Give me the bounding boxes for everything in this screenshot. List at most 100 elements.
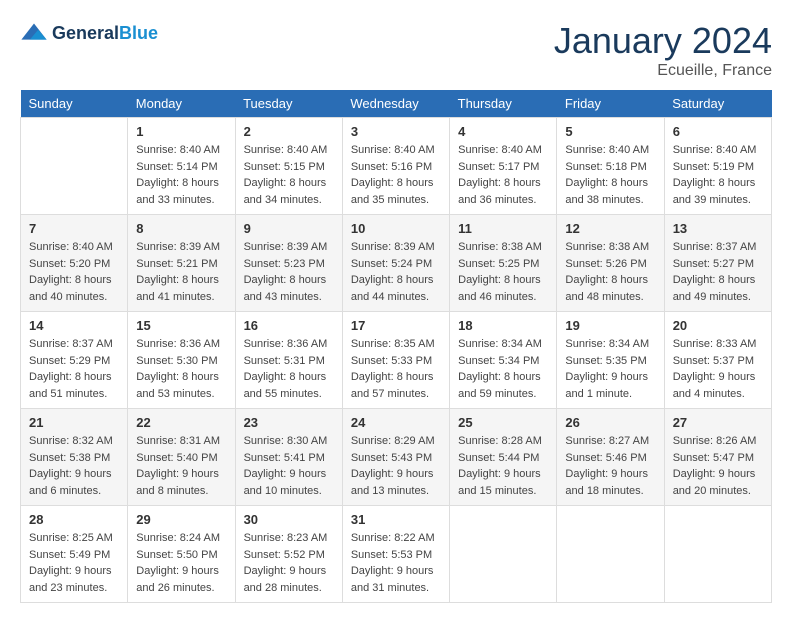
day-number: 31: [351, 512, 441, 527]
day-info: Sunrise: 8:40 AMSunset: 5:16 PMDaylight:…: [351, 142, 441, 208]
calendar-cell: 18Sunrise: 8:34 AMSunset: 5:34 PMDayligh…: [450, 312, 557, 409]
day-number: 11: [458, 221, 548, 236]
calendar-cell: 4Sunrise: 8:40 AMSunset: 5:17 PMDaylight…: [450, 118, 557, 215]
day-info: Sunrise: 8:35 AMSunset: 5:33 PMDaylight:…: [351, 336, 441, 402]
calendar-week-row: 7 Sunrise: 8:40 AMSunset: 5:20 PMDaylight…: [21, 215, 772, 312]
calendar-cell: [450, 506, 557, 603]
day-info: Sunrise: 8:40 AMSunset: 5:20 PMDaylight:…: [29, 239, 119, 305]
day-info: Sunrise: 8:22 AMSunset: 5:53 PMDaylight:…: [351, 530, 441, 596]
day-number: 2: [244, 124, 334, 139]
day-info: Sunrise: 8:26 AMSunset: 5:47 PMDaylight:…: [673, 433, 763, 499]
day-info: Sunrise: 8:25 AMSunset: 5:49 PMDaylight:…: [29, 530, 119, 596]
day-number: 13: [673, 221, 763, 236]
day-number: 3: [351, 124, 441, 139]
day-number: 15: [136, 318, 226, 333]
page-header: GeneralBlue January 2024 Ecueille, Franc…: [20, 20, 772, 80]
weekday-header: Wednesday: [342, 90, 449, 118]
calendar-cell: 12Sunrise: 8:38 AMSunset: 5:26 PMDayligh…: [557, 215, 664, 312]
month-title: January 2024: [554, 20, 772, 62]
day-info: Sunrise: 8:28 AMSunset: 5:44 PMDaylight:…: [458, 433, 548, 499]
calendar-cell: 19 Sunrise: 8:34 AMSunset: 5:35 PMDayligh…: [557, 312, 664, 409]
day-number: 22: [136, 415, 226, 430]
logo: GeneralBlue: [20, 20, 158, 48]
day-info: Sunrise: 8:29 AMSunset: 5:43 PMDaylight:…: [351, 433, 441, 499]
calendar-cell: 15 Sunrise: 8:36 AMSunset: 5:30 PMDayligh…: [128, 312, 235, 409]
day-info: Sunrise: 8:33 AMSunset: 5:37 PMDaylight:…: [673, 336, 763, 402]
location-title: Ecueille, France: [554, 62, 772, 80]
calendar-cell: [664, 506, 771, 603]
calendar-week-row: 1 Sunrise: 8:40 AMSunset: 5:14 PMDaylight…: [21, 118, 772, 215]
day-number: 20: [673, 318, 763, 333]
day-info: Sunrise: 8:36 AMSunset: 5:30 PMDaylight:…: [136, 336, 226, 402]
calendar-cell: 23 Sunrise: 8:30 AMSunset: 5:41 PMDayligh…: [235, 409, 342, 506]
day-info: Sunrise: 8:34 AMSunset: 5:34 PMDaylight:…: [458, 336, 548, 402]
calendar-cell: 2 Sunrise: 8:40 AMSunset: 5:15 PMDaylight…: [235, 118, 342, 215]
day-info: Sunrise: 8:38 AMSunset: 5:25 PMDaylight:…: [458, 239, 548, 305]
calendar-cell: 6 Sunrise: 8:40 AMSunset: 5:19 PMDaylight…: [664, 118, 771, 215]
day-info: Sunrise: 8:40 AMSunset: 5:15 PMDaylight:…: [244, 142, 334, 208]
calendar-cell: 1 Sunrise: 8:40 AMSunset: 5:14 PMDaylight…: [128, 118, 235, 215]
calendar-cell: 28Sunrise: 8:25 AMSunset: 5:49 PMDayligh…: [21, 506, 128, 603]
day-info: Sunrise: 8:39 AMSunset: 5:23 PMDaylight:…: [244, 239, 334, 305]
calendar-week-row: 14 Sunrise: 8:37 AMSunset: 5:29 PMDayligh…: [21, 312, 772, 409]
day-number: 24: [351, 415, 441, 430]
weekday-header: Saturday: [664, 90, 771, 118]
weekday-header: Tuesday: [235, 90, 342, 118]
day-number: 14: [29, 318, 119, 333]
day-info: Sunrise: 8:31 AMSunset: 5:40 PMDaylight:…: [136, 433, 226, 499]
calendar-cell: [557, 506, 664, 603]
day-number: 26: [565, 415, 655, 430]
day-number: 9: [244, 221, 334, 236]
day-number: 6: [673, 124, 763, 139]
calendar-cell: 14 Sunrise: 8:37 AMSunset: 5:29 PMDayligh…: [21, 312, 128, 409]
day-number: 30: [244, 512, 334, 527]
day-info: Sunrise: 8:40 AMSunset: 5:14 PMDaylight:…: [136, 142, 226, 208]
weekday-header: Sunday: [21, 90, 128, 118]
calendar-cell: 29Sunrise: 8:24 AMSunset: 5:50 PMDayligh…: [128, 506, 235, 603]
day-number: 16: [244, 318, 334, 333]
day-info: Sunrise: 8:30 AMSunset: 5:41 PMDaylight:…: [244, 433, 334, 499]
calendar-cell: 13 Sunrise: 8:37 AMSunset: 5:27 PMDayligh…: [664, 215, 771, 312]
logo-text: GeneralBlue: [52, 24, 158, 44]
calendar-cell: 31 Sunrise: 8:22 AMSunset: 5:53 PMDayligh…: [342, 506, 449, 603]
calendar-cell: 26 Sunrise: 8:27 AMSunset: 5:46 PMDayligh…: [557, 409, 664, 506]
day-number: 19: [565, 318, 655, 333]
calendar-cell: 21 Sunrise: 8:32 AMSunset: 5:38 PMDayligh…: [21, 409, 128, 506]
day-info: Sunrise: 8:32 AMSunset: 5:38 PMDaylight:…: [29, 433, 119, 499]
day-info: Sunrise: 8:40 AMSunset: 5:18 PMDaylight:…: [565, 142, 655, 208]
weekday-header: Monday: [128, 90, 235, 118]
calendar-cell: 16 Sunrise: 8:36 AMSunset: 5:31 PMDayligh…: [235, 312, 342, 409]
calendar-week-row: 21 Sunrise: 8:32 AMSunset: 5:38 PMDayligh…: [21, 409, 772, 506]
title-area: January 2024 Ecueille, France: [554, 20, 772, 80]
day-info: Sunrise: 8:34 AMSunset: 5:35 PMDaylight:…: [565, 336, 655, 402]
day-number: 23: [244, 415, 334, 430]
day-number: 10: [351, 221, 441, 236]
calendar-cell: 27 Sunrise: 8:26 AMSunset: 5:47 PMDayligh…: [664, 409, 771, 506]
day-info: Sunrise: 8:37 AMSunset: 5:27 PMDaylight:…: [673, 239, 763, 305]
day-number: 17: [351, 318, 441, 333]
calendar-week-row: 28Sunrise: 8:25 AMSunset: 5:49 PMDayligh…: [21, 506, 772, 603]
weekday-header: Thursday: [450, 90, 557, 118]
day-number: 21: [29, 415, 119, 430]
day-number: 27: [673, 415, 763, 430]
calendar-cell: 22 Sunrise: 8:31 AMSunset: 5:40 PMDayligh…: [128, 409, 235, 506]
calendar-cell: 11 Sunrise: 8:38 AMSunset: 5:25 PMDayligh…: [450, 215, 557, 312]
day-info: Sunrise: 8:37 AMSunset: 5:29 PMDaylight:…: [29, 336, 119, 402]
day-info: Sunrise: 8:36 AMSunset: 5:31 PMDaylight:…: [244, 336, 334, 402]
calendar-cell: 17 Sunrise: 8:35 AMSunset: 5:33 PMDayligh…: [342, 312, 449, 409]
calendar-cell: 30Sunrise: 8:23 AMSunset: 5:52 PMDayligh…: [235, 506, 342, 603]
day-number: 7: [29, 221, 119, 236]
calendar-cell: 20 Sunrise: 8:33 AMSunset: 5:37 PMDayligh…: [664, 312, 771, 409]
weekday-header-row: SundayMondayTuesdayWednesdayThursdayFrid…: [21, 90, 772, 118]
day-number: 12: [565, 221, 655, 236]
day-info: Sunrise: 8:39 AMSunset: 5:21 PMDaylight:…: [136, 239, 226, 305]
day-number: 1: [136, 124, 226, 139]
day-info: Sunrise: 8:40 AMSunset: 5:19 PMDaylight:…: [673, 142, 763, 208]
day-number: 8: [136, 221, 226, 236]
calendar-cell: 25Sunrise: 8:28 AMSunset: 5:44 PMDayligh…: [450, 409, 557, 506]
calendar-cell: 3 Sunrise: 8:40 AMSunset: 5:16 PMDaylight…: [342, 118, 449, 215]
calendar-cell: 5Sunrise: 8:40 AMSunset: 5:18 PMDaylight…: [557, 118, 664, 215]
day-info: Sunrise: 8:24 AMSunset: 5:50 PMDaylight:…: [136, 530, 226, 596]
day-info: Sunrise: 8:27 AMSunset: 5:46 PMDaylight:…: [565, 433, 655, 499]
weekday-header: Friday: [557, 90, 664, 118]
